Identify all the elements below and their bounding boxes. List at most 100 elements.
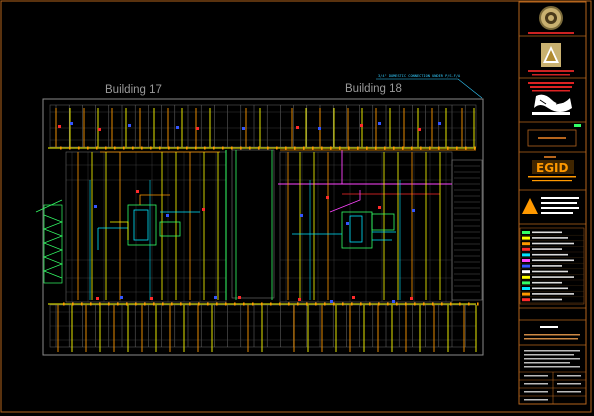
logo-mark-caption: [532, 112, 570, 115]
fitting-tick: [288, 302, 290, 306]
fitting-tick: [366, 146, 368, 150]
fitting-tick: [270, 302, 272, 306]
fitting-tick: [474, 146, 476, 150]
fitting-tick: [411, 146, 413, 150]
fixture-marker-blue: [346, 222, 349, 225]
cad-drawing-canvas: Building 17 Building 18 3/4" DOMESTIC CO…: [0, 0, 592, 413]
legend-text: [532, 298, 562, 301]
fixture-marker-blue: [70, 122, 73, 125]
fitting-tick: [285, 146, 287, 150]
fitting-tick: [375, 146, 377, 150]
fitting-tick: [447, 146, 449, 150]
fitting-tick: [126, 302, 128, 306]
legend-swatch: [522, 292, 530, 296]
legend-swatch: [522, 231, 530, 234]
fixture-marker-red: [418, 128, 421, 131]
fixture-marker-red: [410, 297, 413, 300]
fitting-tick: [378, 302, 380, 306]
building-17-label: Building 17: [105, 84, 162, 96]
fitting-tick: [60, 146, 62, 150]
fitting-tick: [456, 146, 458, 150]
fitting-tick: [123, 146, 125, 150]
fixture-marker-red: [136, 190, 139, 193]
fitting-tick: [267, 146, 269, 150]
fixture-marker-blue: [318, 127, 321, 130]
fitting-tick: [207, 302, 209, 306]
connection-note: 3/4" DOMESTIC CONNECTION UNDER P/S-F/A: [378, 74, 461, 78]
stamp-box-small: [544, 156, 556, 158]
legend-swatch: [522, 236, 530, 240]
fitting-tick: [108, 302, 110, 306]
fitting-tick: [405, 302, 407, 306]
fixture-marker-blue: [128, 124, 131, 127]
fixture-marker-red: [238, 296, 241, 299]
fitting-tick: [72, 302, 74, 306]
fitting-tick: [222, 146, 224, 150]
fitting-tick: [414, 302, 416, 306]
legend-swatch: [522, 298, 530, 302]
piping-runs: [48, 108, 477, 352]
fitting-tick: [420, 146, 422, 150]
fitting-tick: [384, 146, 386, 150]
fitting-tick: [240, 146, 242, 150]
fitting-tick: [81, 302, 83, 306]
fixture-marker-red: [202, 208, 205, 211]
plan-inner-top: [49, 104, 477, 148]
fitting-tick: [105, 146, 107, 150]
legend-swatch: [522, 281, 530, 285]
fitting-tick: [459, 302, 461, 306]
fitting-tick: [180, 302, 182, 306]
fitting-tick: [150, 146, 152, 150]
fitting-tick: [315, 302, 317, 306]
fitting-tick: [171, 302, 173, 306]
legend-text: [532, 253, 568, 256]
fitting-tick: [231, 146, 233, 150]
fixture-marker-red: [96, 297, 99, 300]
fitting-tick: [387, 302, 389, 306]
triangle-caption: [528, 70, 574, 72]
fitting-tick: [369, 302, 371, 306]
fitting-tick: [252, 302, 254, 306]
fitting-tick: [333, 302, 335, 306]
fitting-tick: [432, 302, 434, 306]
fixture-marker-red: [98, 128, 101, 131]
fixture-marker-blue: [166, 214, 169, 217]
fitting-tick: [99, 302, 101, 306]
fixture-marker-blue: [94, 205, 97, 208]
fitting-tick: [348, 146, 350, 150]
title-block-lower: [519, 326, 586, 404]
corridor: [231, 149, 275, 299]
fitting-tick: [132, 146, 134, 150]
fitting-tick: [438, 146, 440, 150]
fixture-marker-red: [196, 127, 199, 130]
seal-caption-line: [528, 32, 574, 34]
fitting-tick: [96, 146, 98, 150]
left-stair-symbol: [35, 199, 63, 284]
fixture-marker-red: [378, 206, 381, 209]
legend-text: [532, 231, 562, 234]
fixture-marker-blue: [378, 122, 381, 125]
fitting-tick: [465, 146, 467, 150]
green-tag: [574, 124, 581, 127]
fitting-tick: [294, 146, 296, 150]
fitting-tick: [168, 146, 170, 150]
fitting-tick: [303, 146, 305, 150]
warning-notes: [541, 197, 579, 214]
legend-swatch: [522, 253, 530, 257]
fitting-tick: [69, 146, 71, 150]
legend-text: [532, 248, 562, 250]
fitting-tick: [144, 302, 146, 306]
fixture-marker-red: [58, 125, 61, 128]
seal-emblem-icon: [539, 6, 563, 30]
fitting-tick: [243, 302, 245, 306]
fixture-marker-red: [150, 297, 153, 300]
fixture-marker-blue: [438, 122, 441, 125]
fitting-tick: [357, 146, 359, 150]
fitting-tick: [321, 146, 323, 150]
fitting-tick: [342, 302, 344, 306]
fitting-tick: [195, 146, 197, 150]
fixture-marker-red: [360, 124, 363, 127]
legend-text: [532, 293, 574, 295]
fitting-tick: [198, 302, 200, 306]
legend-swatch: [522, 287, 530, 290]
